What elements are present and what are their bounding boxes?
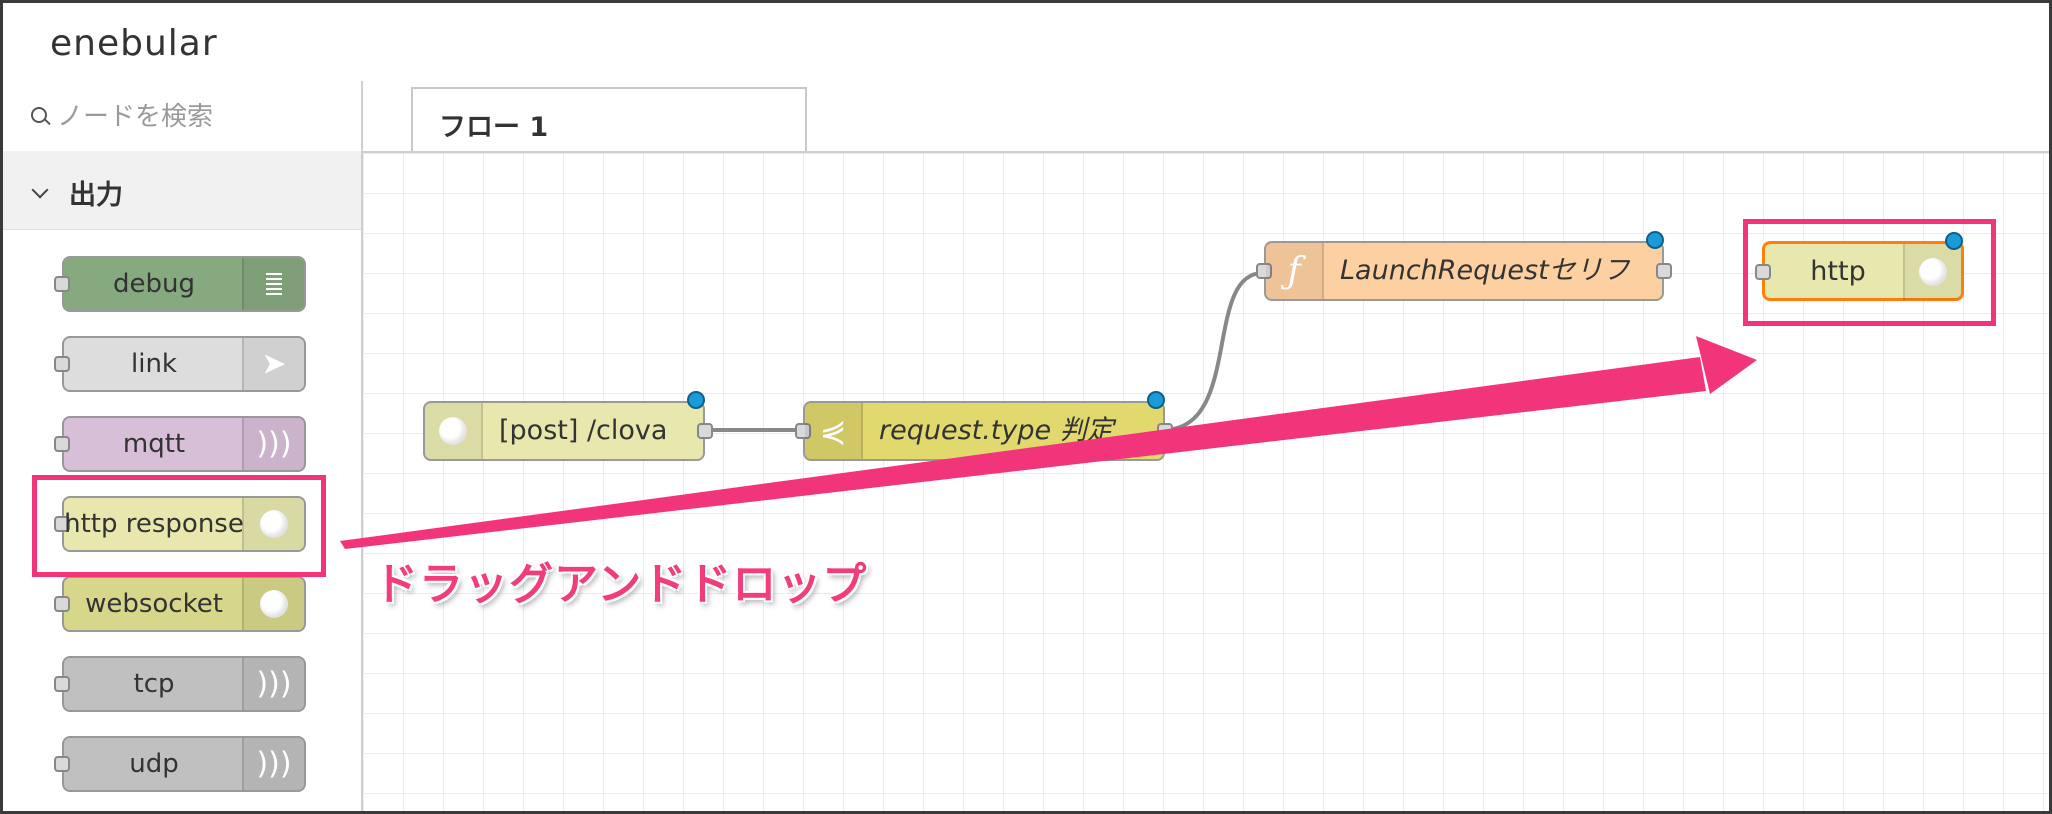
globe-icon: [425, 403, 483, 459]
palette-node-tcp[interactable]: tcp ))): [54, 656, 306, 712]
bridge-icon: ))): [242, 658, 304, 710]
bridge-icon: ))): [242, 738, 304, 790]
flow-node-http-in[interactable]: [post] /clova: [423, 391, 713, 461]
header: enebular: [3, 3, 2049, 83]
list-icon: [242, 258, 304, 310]
flow-tabs: フロー 1: [363, 81, 2049, 153]
changed-indicator: [687, 391, 705, 409]
palette-node-mqtt[interactable]: mqtt ))): [54, 416, 306, 472]
highlight-box-workspace: [1743, 219, 1996, 326]
tab-label: フロー 1: [439, 112, 549, 143]
palette-node-label: mqtt: [122, 429, 186, 459]
switch-icon: ⋞: [805, 403, 863, 459]
output-port[interactable]: [697, 423, 713, 439]
palette-node-websocket[interactable]: websocket: [54, 576, 306, 632]
palette-node-debug[interactable]: debug: [54, 256, 306, 312]
highlight-box-palette: [32, 475, 326, 577]
changed-indicator: [1147, 391, 1165, 409]
palette-node-link[interactable]: link ➤: [54, 336, 306, 392]
drag-and-drop-annotation: ドラッグアンドドロップ: [374, 559, 868, 610]
changed-indicator: [1646, 231, 1664, 249]
category-header-output[interactable]: 出力: [3, 151, 361, 230]
app-logo: enebular: [50, 23, 218, 64]
flow-node-switch[interactable]: ⋞ request.type 判定: [795, 391, 1173, 461]
palette-node-label: websocket: [85, 589, 223, 619]
link-out-icon: ➤: [242, 338, 304, 390]
palette-node-udp[interactable]: udp ))): [54, 736, 306, 792]
flow-node-function[interactable]: ƒ LaunchRequestセリフ: [1256, 231, 1672, 301]
category-label: 出力: [69, 180, 123, 211]
flow-node-label: request.type 判定: [879, 415, 1114, 446]
tab-flow-1[interactable]: フロー 1: [411, 87, 807, 151]
function-icon: ƒ: [1266, 243, 1324, 299]
output-port[interactable]: [1656, 263, 1672, 279]
palette-node-label: debug: [113, 269, 195, 299]
search-icon: [31, 107, 47, 123]
palette-search: [3, 81, 361, 153]
bridge-icon: ))): [242, 418, 304, 470]
wire: [1162, 271, 1264, 432]
chevron-down-icon: [31, 181, 49, 199]
palette-node-label: udp: [129, 749, 179, 779]
output-port[interactable]: [1157, 423, 1173, 439]
flow-node-label: [post] /clova: [499, 415, 668, 446]
palette-node-label: tcp: [133, 669, 175, 699]
flow-node-label: LaunchRequestセリフ: [1340, 255, 1630, 286]
palette-node-label: link: [131, 349, 177, 379]
globe-icon: [242, 578, 304, 630]
node-palette: 出力 debug link ➤ mqtt ))) http response w…: [3, 81, 363, 811]
search-input[interactable]: [55, 97, 349, 137]
